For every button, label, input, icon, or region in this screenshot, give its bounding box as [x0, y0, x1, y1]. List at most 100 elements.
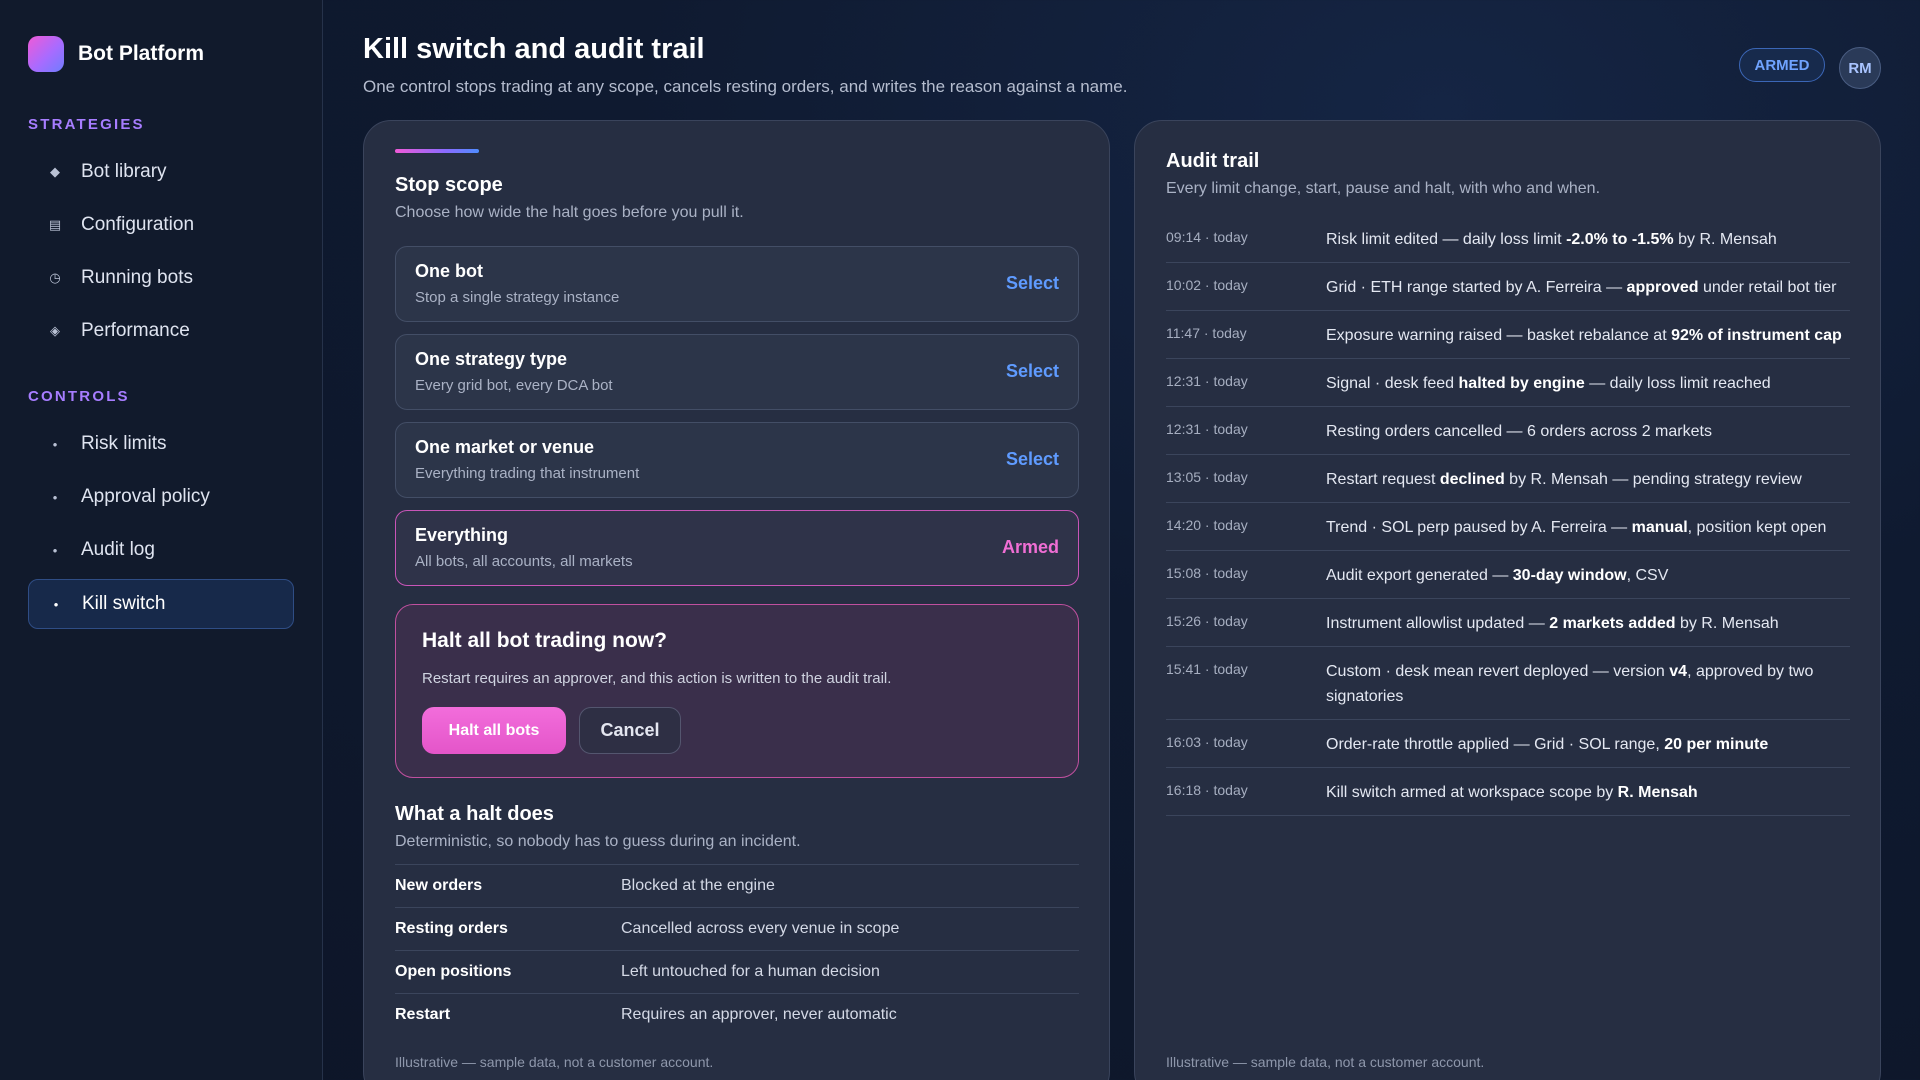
sidebar-item-approval-policy[interactable]: • Approval policy: [28, 472, 294, 522]
scope-option-title: One market or venue: [415, 437, 595, 457]
dot-icon: •: [52, 542, 58, 558]
audit-text-part: , CSV: [1626, 567, 1669, 584]
audit-highlight: halted by engine: [1458, 375, 1585, 392]
sidebar-item-running-bots[interactable]: ◷ Running bots: [28, 253, 294, 303]
select-button[interactable]: Select: [1006, 273, 1059, 294]
sidebar-item-bot-library[interactable]: ◆ Bot library: [28, 147, 294, 197]
confirm-title: Halt all bot trading now?: [422, 629, 667, 652]
select-button[interactable]: Select: [1006, 449, 1059, 470]
row-value: Blocked at the engine: [621, 877, 775, 894]
clock-icon: ◷: [49, 270, 61, 285]
brand[interactable]: Bot Platform: [28, 36, 204, 72]
audit-text-part: Exposure warning raised — basket rebalan…: [1326, 327, 1672, 344]
audit-timestamp: 16:03 · today: [1166, 734, 1248, 750]
audit-highlight: 30-day window: [1512, 567, 1627, 584]
sidebar-item-performance[interactable]: ◈ Performance: [28, 306, 294, 356]
table-row: Resting orders Cancelled across every ve…: [395, 907, 1079, 950]
sidebar-item-label: Audit log: [81, 539, 155, 560]
scope-option-desc: All bots, all accounts, all markets: [415, 553, 633, 570]
audit-text-part: under retail bot tier: [1698, 279, 1837, 296]
brand-name: Bot Platform: [78, 42, 204, 65]
section-title-strategies: STRATEGIES: [28, 116, 145, 133]
scope-option-one-bot[interactable]: One bot Stop a single strategy instance …: [395, 246, 1079, 322]
audit-highlight: manual: [1631, 519, 1688, 536]
user-avatar[interactable]: RM: [1839, 47, 1881, 89]
audit-text-part: Custom · desk mean revert deployed — ver…: [1326, 663, 1670, 680]
audit-text-part: Audit export generated —: [1326, 567, 1513, 584]
cancel-button[interactable]: Cancel: [579, 707, 681, 754]
sidebar-item-risk-limits[interactable]: • Risk limits: [28, 419, 294, 469]
scope-option-market-venue[interactable]: One market or venue Everything trading t…: [395, 422, 1079, 498]
audit-description: Exposure warning raised — basket rebalan…: [1326, 323, 1850, 348]
row-key: Open positions: [395, 963, 512, 980]
audit-text-part: Grid · ETH range started by A. Ferreira …: [1326, 279, 1627, 296]
audit-text-part: Risk limit edited — daily loss limit: [1326, 231, 1567, 248]
audit-entry: 12:31 · today Signal · desk feed halted b…: [1166, 359, 1850, 407]
page-subtitle: One control stops trading at any scope, …: [363, 77, 1128, 96]
audit-description: Audit export generated — 30-day window, …: [1326, 563, 1850, 588]
accent-line: [395, 149, 479, 153]
audit-timestamp: 15:26 · today: [1166, 613, 1248, 629]
audit-highlight: 20 per minute: [1664, 736, 1769, 753]
scope-option-strategy-type[interactable]: One strategy type Every grid bot, every …: [395, 334, 1079, 410]
stop-scope-subtitle: Choose how wide the halt goes before you…: [395, 204, 744, 221]
audit-highlight: approved: [1626, 279, 1699, 296]
audit-description: Risk limit edited — daily loss limit -2.…: [1326, 227, 1850, 252]
footnote: Illustrative — sample data, not a custom…: [1166, 1054, 1485, 1070]
audit-description: Custom · desk mean revert deployed — ver…: [1326, 659, 1850, 709]
sidebar-item-configuration[interactable]: ▤ Configuration: [28, 200, 294, 250]
confirm-text: Restart requires an approver, and this a…: [422, 670, 892, 687]
sidebar-item-kill-switch[interactable]: • Kill switch: [28, 579, 294, 629]
sidebar-item-label: Bot library: [81, 161, 167, 182]
sidebar-item-label: Running bots: [81, 267, 193, 288]
audit-timestamp: 15:41 · today: [1166, 661, 1248, 677]
halt-all-bots-button[interactable]: Halt all bots: [422, 707, 566, 754]
table-row: New orders Blocked at the engine: [395, 864, 1079, 907]
scope-option-title: One strategy type: [415, 349, 568, 369]
audit-description: Instrument allowlist updated — 2 markets…: [1326, 611, 1850, 636]
audit-text-part: by R. Mensah: [1675, 615, 1779, 632]
audit-timestamp: 09:14 · today: [1166, 229, 1248, 245]
audit-timestamp: 11:47 · today: [1166, 325, 1247, 341]
audit-description: Restart request declined by R. Mensah — …: [1326, 467, 1850, 492]
audit-text-part: , position kept open: [1687, 519, 1827, 536]
stop-scope-title: Stop scope: [395, 174, 503, 196]
audit-list: 09:14 · today Risk limit edited — daily l…: [1166, 215, 1850, 816]
audit-entry: 12:31 · today Resting orders cancelled — …: [1166, 407, 1850, 455]
audit-highlight: 2 markets added: [1549, 615, 1676, 632]
audit-trail-title: Audit trail: [1166, 150, 1260, 172]
audit-text-part: Instrument allowlist updated —: [1326, 615, 1550, 632]
row-key: Restart: [395, 1006, 451, 1023]
sidebar-item-audit-log[interactable]: • Audit log: [28, 525, 294, 575]
scope-option-desc: Everything trading that instrument: [415, 465, 640, 482]
audit-timestamp: 10:02 · today: [1166, 277, 1248, 293]
brand-logo-icon: [28, 36, 64, 72]
audit-text-part: Trend · SOL perp paused by A. Ferreira —: [1326, 519, 1632, 536]
table-row: Restart Requires an approver, never auto…: [395, 993, 1079, 1036]
chart-icon: ◈: [50, 323, 60, 338]
audit-highlight: -2.0% to -1.5%: [1566, 231, 1674, 248]
audit-entry: 15:41 · today Custom · desk mean revert d…: [1166, 647, 1850, 720]
scope-option-everything[interactable]: Everything All bots, all accounts, all m…: [395, 510, 1079, 586]
audit-entry: 16:18 · today Kill switch armed at worksp…: [1166, 768, 1850, 816]
audit-entry: 11:47 · today Exposure warning raised — b…: [1166, 311, 1850, 359]
audit-text-part: Resting orders cancelled — 6 orders acro…: [1326, 423, 1712, 440]
audit-text-part: — daily loss limit reached: [1584, 375, 1771, 392]
sidebar: Bot Platform STRATEGIES ◆ Bot library ▤ …: [0, 0, 323, 1080]
audit-timestamp: 15:08 · today: [1166, 565, 1248, 581]
row-key: Resting orders: [395, 920, 508, 937]
audit-description: Trend · SOL perp paused by A. Ferreira —…: [1326, 515, 1850, 540]
list-icon: ▤: [48, 217, 62, 232]
sidebar-item-label: Configuration: [81, 214, 195, 235]
audit-text-part: Signal · desk feed: [1326, 375, 1459, 392]
scope-option-desc: Every grid bot, every DCA bot: [415, 377, 613, 394]
audit-entry: 13:05 · today Restart request declined by…: [1166, 455, 1850, 503]
sidebar-item-label: Approval policy: [81, 486, 210, 507]
row-value: Requires an approver, never automatic: [621, 1006, 897, 1023]
audit-highlight: declined: [1439, 471, 1505, 488]
select-button[interactable]: Select: [1006, 361, 1059, 382]
audit-timestamp: 14:20 · today: [1166, 517, 1248, 533]
audit-text-part: by R. Mensah — pending strategy review: [1504, 471, 1802, 488]
table-row: Open positions Left untouched for a huma…: [395, 950, 1079, 993]
audit-timestamp: 13:05 · today: [1166, 469, 1248, 485]
